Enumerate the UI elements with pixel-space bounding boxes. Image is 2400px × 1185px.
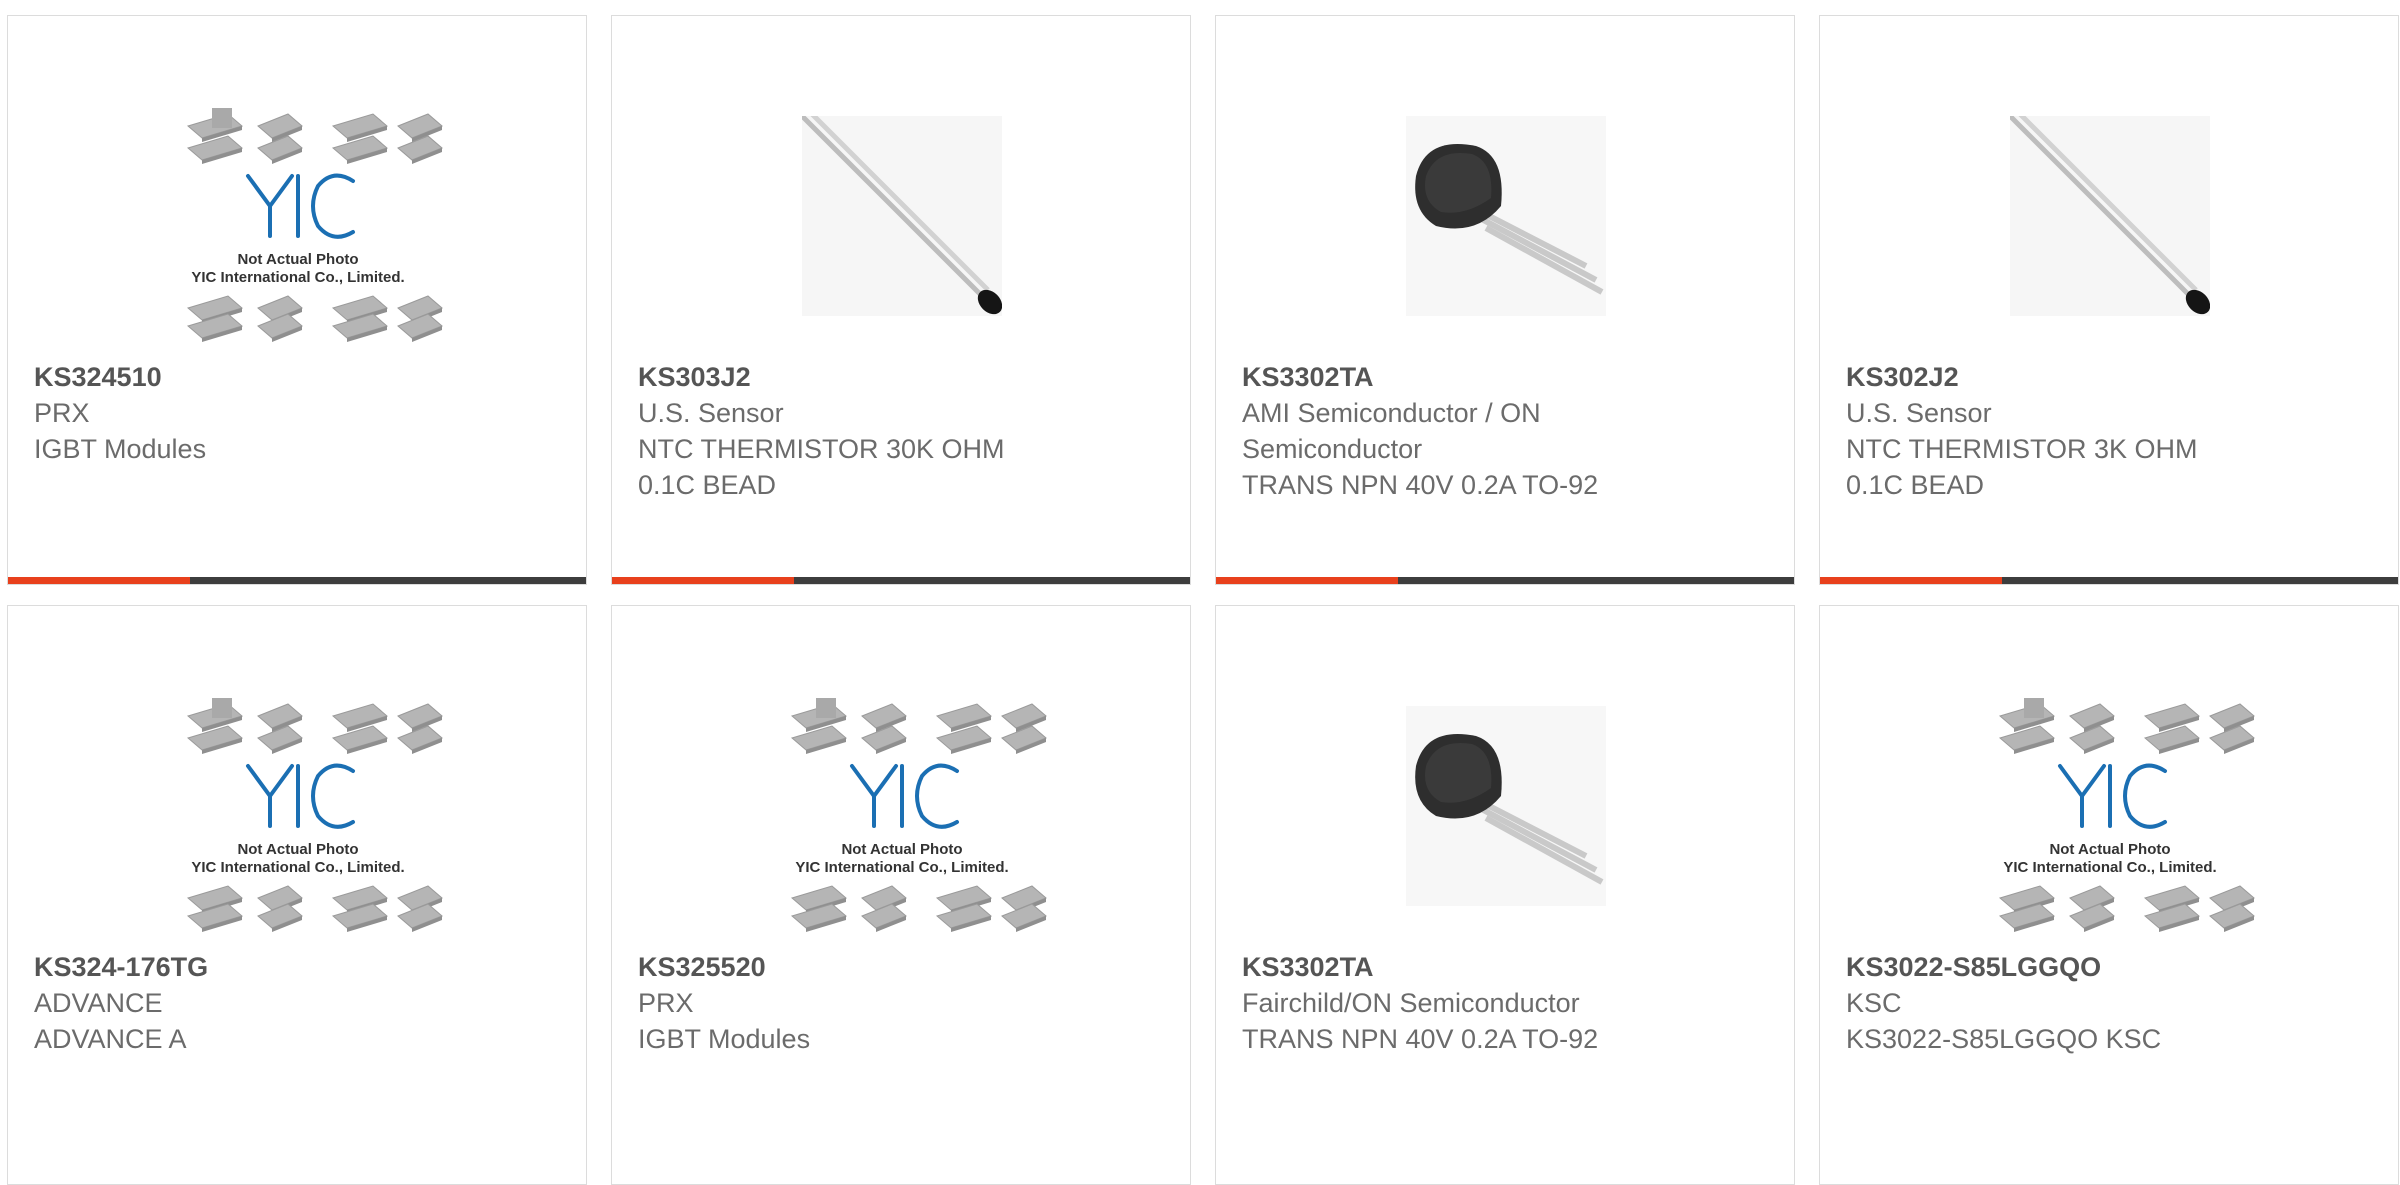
description: IGBT Modules <box>34 434 207 464</box>
description: TRANS NPN 40V 0.2A TO-92 <box>1242 1024 1599 1054</box>
part-number[interactable]: KS303J2 <box>638 359 1170 395</box>
manufacturer: Fairchild/ON Semiconductor <box>1242 988 1580 1018</box>
card-bottom-bar <box>612 577 1190 584</box>
description: IGBT Modules <box>638 1024 811 1054</box>
product-card[interactable]: KS3302TA AMI Semiconductor / ON Semicond… <box>1215 15 1795 585</box>
manufacturer: ADVANCE <box>34 988 163 1018</box>
part-number[interactable]: KS325520 <box>638 949 1170 985</box>
manufacturer: PRX <box>638 988 694 1018</box>
svg-text:YIC International Co., Limited: YIC International Co., Limited. <box>795 859 1008 876</box>
card-accent-bar <box>612 577 794 584</box>
card-accent-bar <box>8 577 190 584</box>
svg-text:Not Actual Photo: Not Actual Photo <box>237 841 358 858</box>
description: KS3022-S85LGGQO KSC <box>1846 1024 2162 1054</box>
product-card[interactable]: Not Actual Photo YIC International Co., … <box>7 15 587 585</box>
product-image[interactable] <box>1242 76 1770 356</box>
manufacturer: U.S. Sensor <box>638 398 784 428</box>
card-accent-bar <box>1820 577 2002 584</box>
part-number[interactable]: KS324510 <box>34 359 566 395</box>
part-number[interactable]: KS302J2 <box>1846 359 2378 395</box>
manufacturer: KSC <box>1846 988 1902 1018</box>
svg-text:YIC International Co., Limited: YIC International Co., Limited. <box>191 859 404 876</box>
product-image[interactable]: Not Actual Photo YIC International Co., … <box>34 666 562 946</box>
product-image[interactable] <box>1242 666 1770 946</box>
manufacturer: PRX <box>34 398 90 428</box>
description: TRANS NPN 40V 0.2A TO-92 <box>1242 470 1599 500</box>
svg-text:YIC International Co., Limited: YIC International Co., Limited. <box>2003 859 2216 876</box>
card-bottom-bar <box>1820 577 2398 584</box>
svg-text:Not Actual Photo: Not Actual Photo <box>237 251 358 268</box>
product-card[interactable]: Not Actual Photo YIC International Co., … <box>7 605 587 1185</box>
manufacturer: U.S. Sensor <box>1846 398 1992 428</box>
product-card[interactable]: KS3302TA Fairchild/ON Semiconductor TRAN… <box>1215 605 1795 1185</box>
card-bottom-bar <box>1216 577 1794 584</box>
part-number[interactable]: KS3302TA <box>1242 359 1774 395</box>
part-number[interactable]: KS3302TA <box>1242 949 1774 985</box>
svg-text:Not Actual Photo: Not Actual Photo <box>841 841 962 858</box>
description: NTC THERMISTOR 3K OHM 0.1C BEAD <box>1846 434 2198 500</box>
description: ADVANCE A <box>34 1024 187 1054</box>
product-card[interactable]: Not Actual Photo YIC International Co., … <box>611 605 1191 1185</box>
product-image[interactable] <box>638 76 1166 356</box>
svg-text:Not Actual Photo: Not Actual Photo <box>2049 841 2170 858</box>
svg-text:YIC International Co., Limited: YIC International Co., Limited. <box>191 269 404 286</box>
card-accent-bar <box>1216 577 1398 584</box>
part-number[interactable]: KS3022-S85LGGQO <box>1846 949 2378 985</box>
description: NTC THERMISTOR 30K OHM 0.1C BEAD <box>638 434 1005 500</box>
product-image[interactable]: Not Actual Photo YIC International Co., … <box>638 666 1166 946</box>
product-image[interactable]: Not Actual Photo YIC International Co., … <box>34 76 562 356</box>
product-card[interactable]: KS303J2 U.S. Sensor NTC THERMISTOR 30K O… <box>611 15 1191 585</box>
product-image[interactable] <box>1846 76 2374 356</box>
product-image[interactable]: Not Actual Photo YIC International Co., … <box>1846 666 2374 946</box>
part-number[interactable]: KS324-176TG <box>34 949 566 985</box>
card-bottom-bar <box>8 577 586 584</box>
product-card[interactable]: KS302J2 U.S. Sensor NTC THERMISTOR 3K OH… <box>1819 15 2399 585</box>
manufacturer: AMI Semiconductor / ON Semiconductor <box>1242 398 1541 464</box>
product-card[interactable]: Not Actual Photo YIC International Co., … <box>1819 605 2399 1185</box>
product-grid: Not Actual Photo YIC International Co., … <box>0 0 2400 1185</box>
